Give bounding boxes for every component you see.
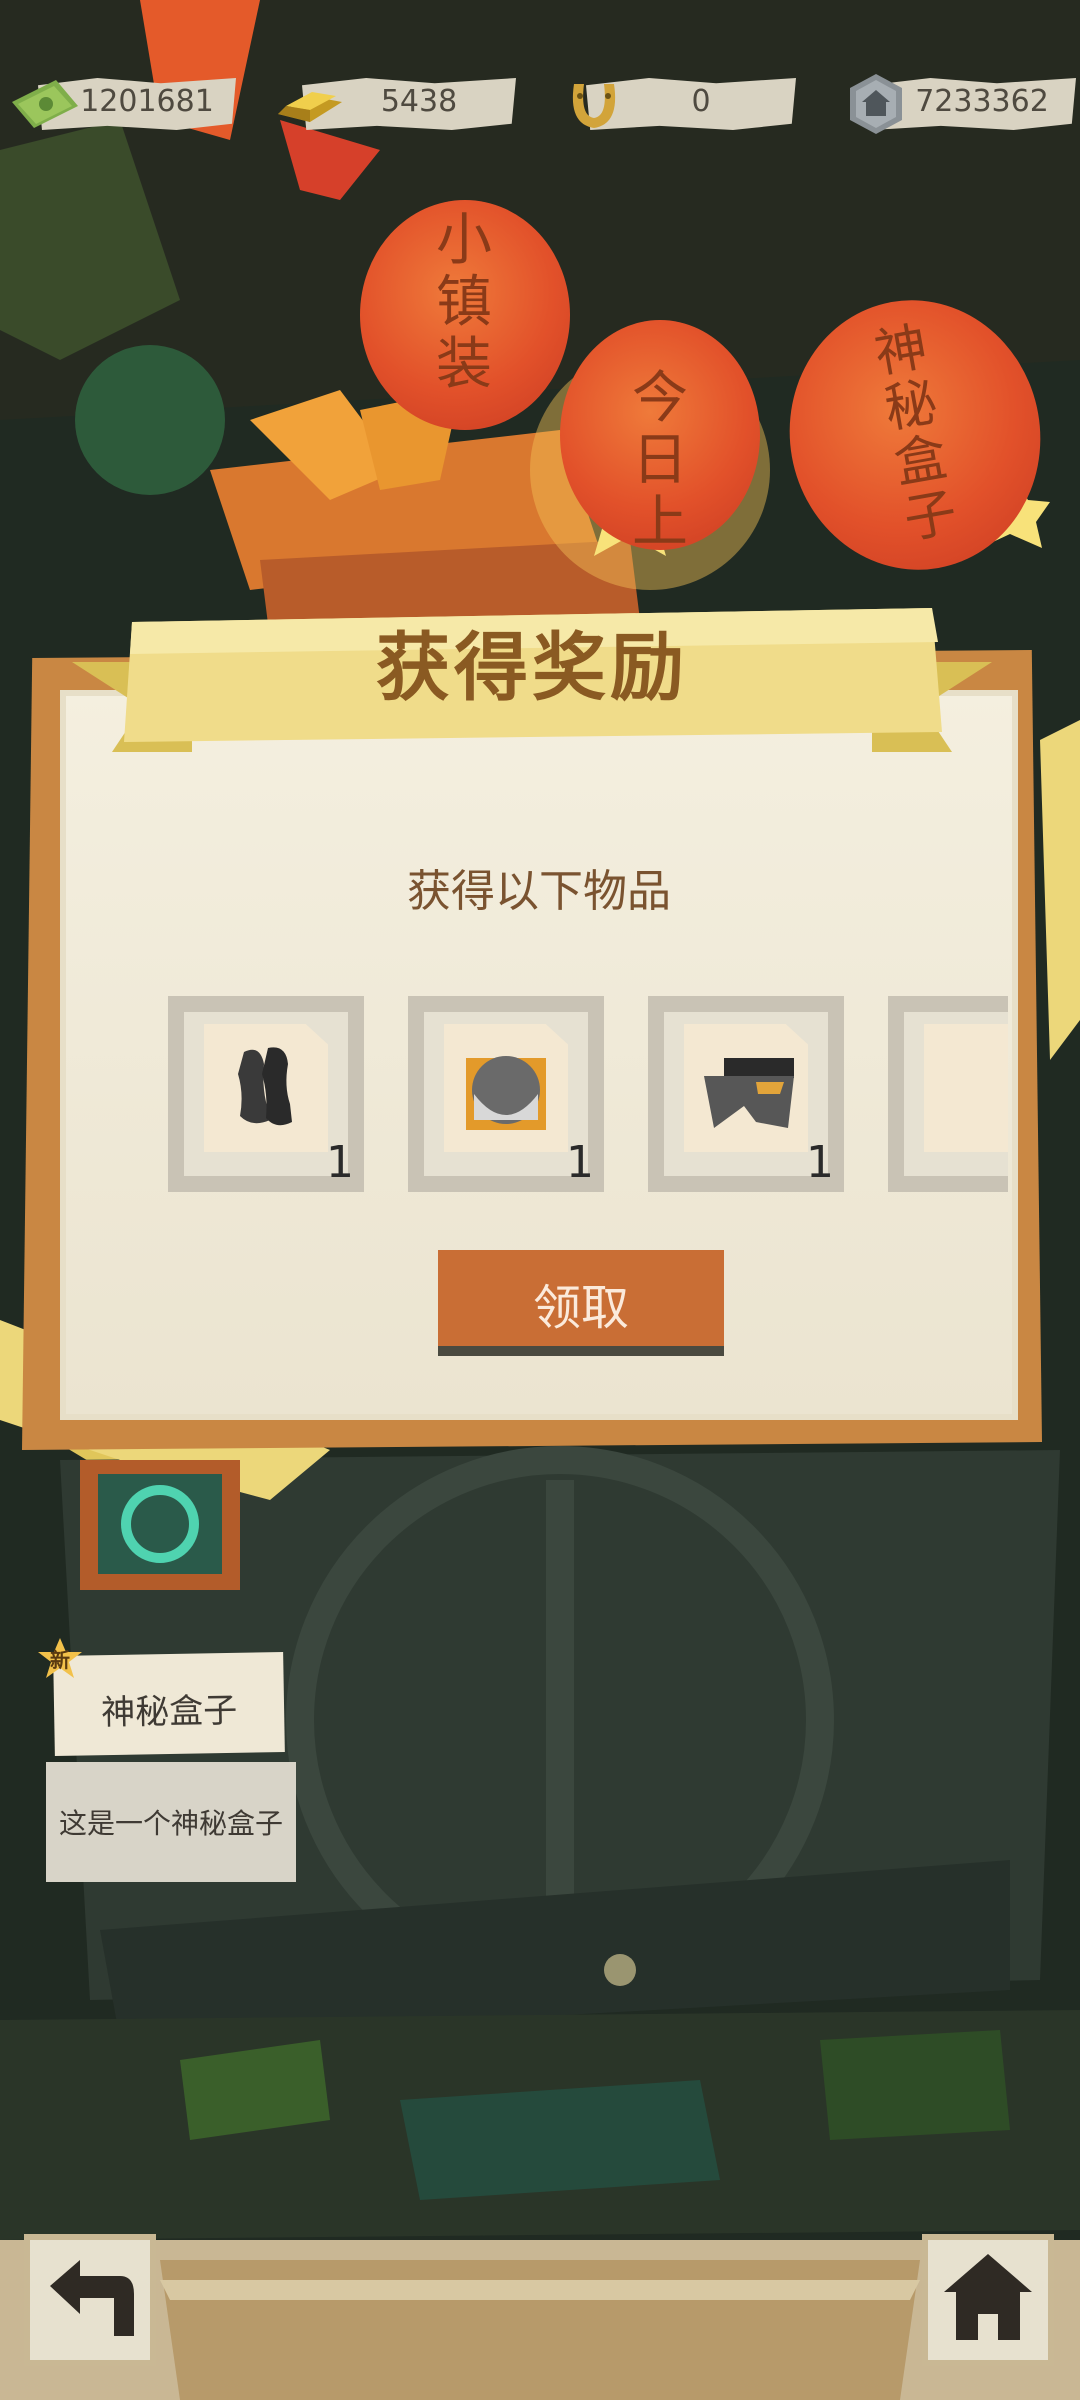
currency-value: 1201681 — [80, 84, 214, 119]
home-button[interactable] — [922, 2234, 1054, 2366]
currency-token[interactable]: 7233362 — [838, 74, 1076, 134]
currency-gold[interactable]: 5438 — [272, 74, 516, 134]
bottom-bar — [0, 2220, 1080, 2400]
lantern-town: 小镇装 — [360, 200, 570, 430]
giraffe-icon — [924, 1024, 1008, 1152]
currency-value: 0 — [691, 84, 711, 119]
currency-value: 7233362 — [915, 84, 1049, 119]
dialog-paper: 获得以下物品 1 1 1 领取 — [60, 690, 1018, 1420]
game-screen: 1201681 5438 0 7233362 小镇装 今日上 神秘盒子 获得以下… — [0, 0, 1080, 2400]
lantern-label: 今日上 — [632, 368, 688, 548]
reward-item-slot[interactable] — [888, 996, 1008, 1192]
boots-icon — [238, 1047, 292, 1126]
reward-item-slot[interactable]: 1 — [648, 996, 844, 1192]
new-badge-label-box: 新 — [36, 1636, 84, 1684]
claim-button-label: 领取 — [532, 1282, 629, 1335]
item-info-card[interactable]: 新 神秘盒子 这是一个神秘盒子 — [38, 1638, 300, 1920]
title-ribbon: 获得奖励 — [72, 602, 992, 762]
claim-button[interactable]: 领取 — [438, 1250, 724, 1346]
dialog-subtitle: 获得以下物品 — [407, 866, 671, 917]
info-description: 这是一个神秘盒子 — [58, 1807, 283, 1840]
currency-value: 5438 — [380, 84, 458, 119]
lantern-label: 小镇装 — [436, 208, 492, 397]
reward-dialog: 获得以下物品 1 1 1 领取 获得奖励 — [22, 608, 1042, 1450]
info-title-plate: 神秘盒子 — [53, 1652, 285, 1756]
item-count: 1 — [566, 1137, 594, 1188]
currency-horseshoe[interactable]: 0 — [556, 74, 796, 134]
back-arrow-icon — [50, 2260, 134, 2336]
lantern-today: 今日上 — [560, 320, 760, 550]
item-count: 1 — [806, 1137, 834, 1188]
reward-item-slot[interactable]: 1 — [408, 996, 604, 1192]
dialog-title: 获得奖励 — [376, 625, 688, 711]
pants-icon — [704, 1058, 794, 1128]
item-count: 1 — [326, 1137, 354, 1188]
home-icon — [944, 2254, 1032, 2340]
currency-cash[interactable]: 1201681 — [8, 74, 236, 134]
bottom-bar-background — [0, 2240, 1080, 2400]
lantern-label: 神秘盒子 — [870, 317, 962, 551]
reward-items-list: 1 1 1 — [168, 996, 1008, 1196]
info-description-plate: 这是一个神秘盒子 — [46, 1762, 296, 1882]
reward-item-slot[interactable]: 1 — [168, 996, 364, 1192]
info-title: 神秘盒子 — [100, 1690, 238, 1734]
helmet-icon — [466, 1056, 546, 1130]
new-badge-label: 新 — [50, 1648, 70, 1672]
back-button[interactable] — [24, 2234, 156, 2366]
